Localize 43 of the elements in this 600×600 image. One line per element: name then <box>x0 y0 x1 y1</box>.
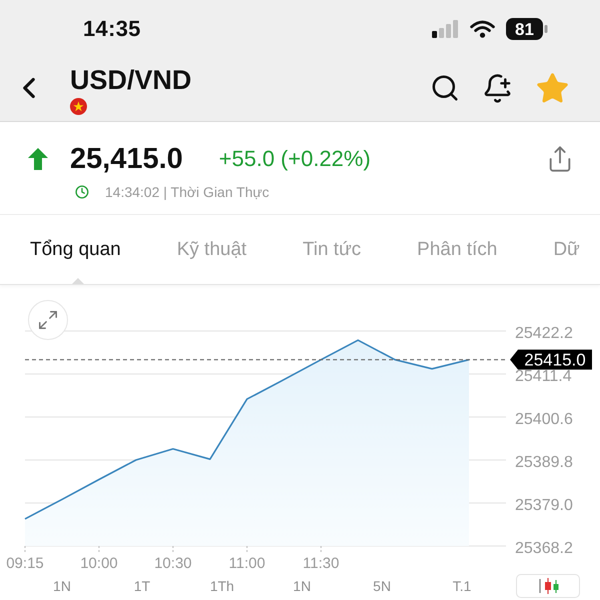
tab[interactable]: Phân tích <box>417 215 498 284</box>
price: 25,415.0 <box>70 142 183 176</box>
favorite-star-button[interactable] <box>535 70 570 106</box>
range-option[interactable]: 1N <box>293 578 311 594</box>
signal-icon <box>432 20 459 38</box>
x-axis-label: 09:15 <box>6 555 44 572</box>
price-change: +55.0 (+0.22%) <box>218 146 371 172</box>
search-button[interactable] <box>430 73 460 103</box>
y-axis-label: 25379.0 <box>515 497 573 514</box>
battery-indicator: 81 <box>506 18 548 40</box>
ref-line-label: 25415.0 <box>524 350 586 370</box>
range-option[interactable]: 1N <box>53 578 71 594</box>
bell-plus-icon <box>482 72 513 104</box>
tab[interactable]: Dữ <box>553 215 580 284</box>
clock-icon <box>75 185 89 199</box>
update-time: 14:34:02 | Thời Gian Thực <box>105 184 270 200</box>
x-axis-label: 11:30 <box>302 555 340 572</box>
x-axis-label: 11:00 <box>228 555 266 572</box>
range-option[interactable]: 1T <box>134 578 150 594</box>
range-option[interactable]: T.1 <box>452 578 472 594</box>
y-axis-label: 25400.6 <box>515 411 573 428</box>
y-axis-label: 25411.4 <box>515 368 572 385</box>
chart-type-button[interactable] <box>516 574 580 598</box>
candlestick-icon <box>537 578 559 594</box>
expand-button[interactable] <box>28 300 68 340</box>
tab[interactable]: Kỹ thuật <box>176 215 247 284</box>
range-option[interactable]: 1Th <box>210 578 234 594</box>
last-price-tag: 25415.0 <box>510 350 592 370</box>
tab[interactable]: Tổng quan <box>30 215 121 284</box>
status-time: 14:35 <box>83 16 141 42</box>
y-axis-label: 25422.2 <box>515 325 573 342</box>
tab[interactable]: Tin tức <box>302 215 362 284</box>
y-axis-label: 25389.8 <box>515 454 573 471</box>
add-alert-button[interactable] <box>482 72 513 104</box>
y-axis-label: 25368.2 <box>515 540 573 557</box>
wifi-icon <box>470 20 495 38</box>
search-icon <box>430 73 460 103</box>
x-axis-label: 10:00 <box>80 555 118 572</box>
expand-icon <box>37 309 59 331</box>
flag-icon <box>70 98 87 115</box>
range-option[interactable]: 5N <box>373 578 391 594</box>
x-axis-label: 10:30 <box>154 555 192 572</box>
pair-title: USD/VND <box>70 65 192 95</box>
